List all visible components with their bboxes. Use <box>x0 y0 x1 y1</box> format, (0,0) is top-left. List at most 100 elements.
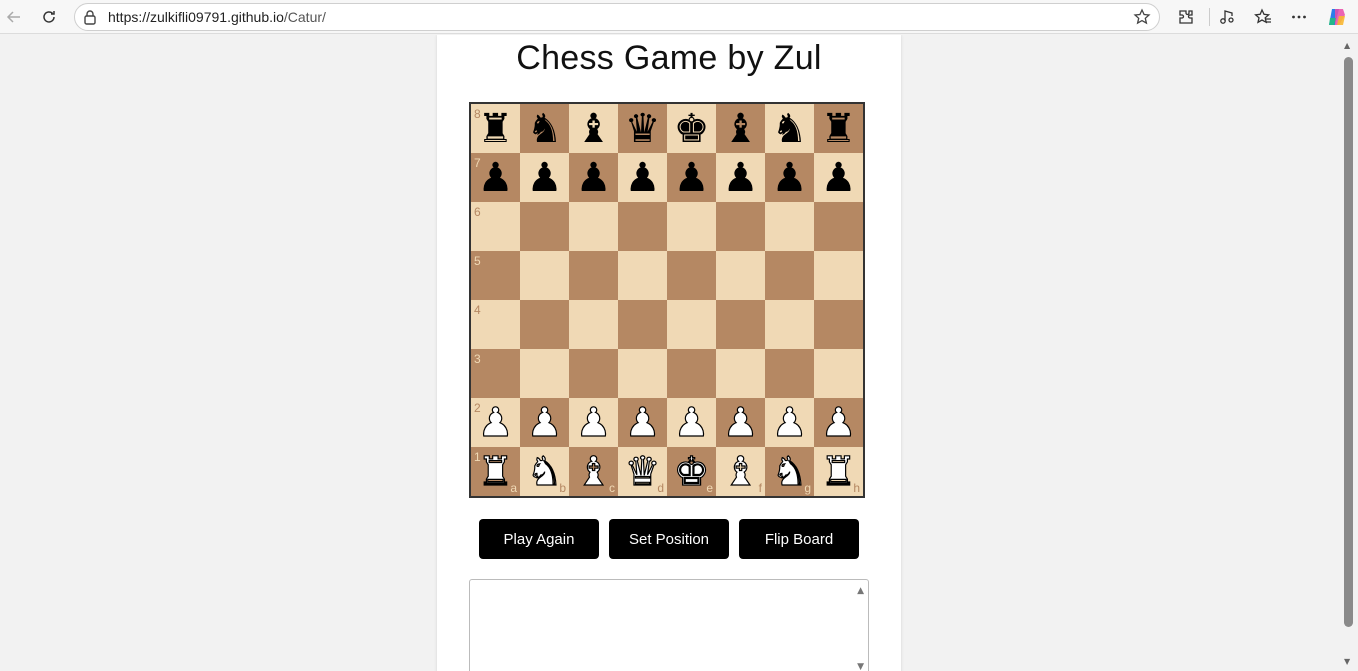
square-b6[interactable] <box>520 202 569 251</box>
black-pawn-icon[interactable]: ♟ <box>569 153 618 202</box>
address-bar[interactable]: https://zulkifli09791.github.io/Catur/ <box>74 3 1160 31</box>
square-b5[interactable] <box>520 251 569 300</box>
white-bishop-icon[interactable]: ♝ <box>716 447 765 496</box>
black-bishop-icon[interactable]: ♝ <box>716 104 765 153</box>
square-e2[interactable]: ♟ <box>667 398 716 447</box>
white-knight-icon[interactable]: ♞ <box>520 447 569 496</box>
white-pawn-icon[interactable]: ♟ <box>716 398 765 447</box>
white-pawn-icon[interactable]: ♟ <box>765 398 814 447</box>
square-h4[interactable] <box>814 300 863 349</box>
black-pawn-icon[interactable]: ♟ <box>765 153 814 202</box>
black-pawn-icon[interactable]: ♟ <box>716 153 765 202</box>
white-queen-icon[interactable]: ♛ <box>618 447 667 496</box>
square-e5[interactable] <box>667 251 716 300</box>
square-b7[interactable]: ♟ <box>520 153 569 202</box>
square-f6[interactable] <box>716 202 765 251</box>
square-e1[interactable]: e ♚ <box>667 447 716 496</box>
square-a4[interactable]: 4 <box>471 300 520 349</box>
square-h2[interactable]: ♟ <box>814 398 863 447</box>
square-d3[interactable] <box>618 349 667 398</box>
square-a8[interactable]: 8 ♜ <box>471 104 520 153</box>
square-e6[interactable] <box>667 202 716 251</box>
black-rook-icon[interactable]: ♜ <box>814 104 863 153</box>
flip-board-button[interactable]: Flip Board <box>739 519 859 559</box>
square-g4[interactable] <box>765 300 814 349</box>
square-h6[interactable] <box>814 202 863 251</box>
favorite-star-icon[interactable] <box>1133 8 1151 30</box>
square-a6[interactable]: 6 <box>471 202 520 251</box>
white-pawn-icon[interactable]: ♟ <box>569 398 618 447</box>
lock-icon[interactable] <box>83 9 97 29</box>
black-king-icon[interactable]: ♚ <box>667 104 716 153</box>
set-position-button[interactable]: Set Position <box>609 519 729 559</box>
square-c1[interactable]: c ♝ <box>569 447 618 496</box>
square-g3[interactable] <box>765 349 814 398</box>
square-g1[interactable]: g ♞ <box>765 447 814 496</box>
square-a2[interactable]: 2 ♟ <box>471 398 520 447</box>
back-arrow-icon[interactable] <box>2 5 26 29</box>
square-d2[interactable]: ♟ <box>618 398 667 447</box>
square-b1[interactable]: b ♞ <box>520 447 569 496</box>
scroll-down-arrow-icon[interactable]: ▼ <box>857 662 864 671</box>
black-queen-icon[interactable]: ♛ <box>618 104 667 153</box>
square-a1[interactable]: 1 a ♜ <box>471 447 520 496</box>
black-pawn-icon[interactable]: ♟ <box>618 153 667 202</box>
black-pawn-icon[interactable]: ♟ <box>471 153 520 202</box>
square-f7[interactable]: ♟ <box>716 153 765 202</box>
square-f3[interactable] <box>716 349 765 398</box>
square-e7[interactable]: ♟ <box>667 153 716 202</box>
square-f4[interactable] <box>716 300 765 349</box>
copilot-icon[interactable] <box>1325 5 1349 29</box>
square-e4[interactable] <box>667 300 716 349</box>
black-pawn-icon[interactable]: ♟ <box>667 153 716 202</box>
url-text[interactable]: https://zulkifli09791.github.io/Catur/ <box>108 9 326 25</box>
play-again-button[interactable]: Play Again <box>479 519 599 559</box>
square-d8[interactable]: ♛ <box>618 104 667 153</box>
square-f2[interactable]: ♟ <box>716 398 765 447</box>
white-pawn-icon[interactable]: ♟ <box>520 398 569 447</box>
square-b2[interactable]: ♟ <box>520 398 569 447</box>
white-bishop-icon[interactable]: ♝ <box>569 447 618 496</box>
square-g2[interactable]: ♟ <box>765 398 814 447</box>
white-knight-icon[interactable]: ♞ <box>765 447 814 496</box>
square-b3[interactable] <box>520 349 569 398</box>
square-c5[interactable] <box>569 251 618 300</box>
square-d1[interactable]: d ♛ <box>618 447 667 496</box>
square-b4[interactable] <box>520 300 569 349</box>
white-pawn-icon[interactable]: ♟ <box>618 398 667 447</box>
square-a3[interactable]: 3 <box>471 349 520 398</box>
square-c3[interactable] <box>569 349 618 398</box>
square-c8[interactable]: ♝ <box>569 104 618 153</box>
scrollbar-up-arrow-icon[interactable]: ▲ <box>1344 41 1350 50</box>
scrollbar-down-arrow-icon[interactable]: ▼ <box>1344 657 1350 666</box>
square-f5[interactable] <box>716 251 765 300</box>
square-d6[interactable] <box>618 202 667 251</box>
extensions-icon[interactable] <box>1174 5 1198 29</box>
white-rook-icon[interactable]: ♜ <box>814 447 863 496</box>
square-g5[interactable] <box>765 251 814 300</box>
black-knight-icon[interactable]: ♞ <box>520 104 569 153</box>
more-options-icon[interactable] <box>1287 5 1311 29</box>
scroll-up-arrow-icon[interactable]: ▲ <box>857 586 864 596</box>
square-g8[interactable]: ♞ <box>765 104 814 153</box>
square-h3[interactable] <box>814 349 863 398</box>
square-e3[interactable] <box>667 349 716 398</box>
square-c6[interactable] <box>569 202 618 251</box>
media-control-icon[interactable] <box>1215 5 1239 29</box>
square-a7[interactable]: 7 ♟ <box>471 153 520 202</box>
move-log-textarea[interactable]: ▲ ▼ <box>469 579 869 671</box>
reload-icon[interactable] <box>37 5 61 29</box>
white-rook-icon[interactable]: ♜ <box>471 447 520 496</box>
square-g6[interactable] <box>765 202 814 251</box>
square-h5[interactable] <box>814 251 863 300</box>
square-e8[interactable]: ♚ <box>667 104 716 153</box>
white-pawn-icon[interactable]: ♟ <box>814 398 863 447</box>
square-f8[interactable]: ♝ <box>716 104 765 153</box>
white-pawn-icon[interactable]: ♟ <box>667 398 716 447</box>
square-d5[interactable] <box>618 251 667 300</box>
black-bishop-icon[interactable]: ♝ <box>569 104 618 153</box>
square-d4[interactable] <box>618 300 667 349</box>
scrollbar-thumb[interactable] <box>1344 57 1353 627</box>
page-scrollbar[interactable]: ▲ ▼ <box>1340 35 1358 671</box>
black-knight-icon[interactable]: ♞ <box>765 104 814 153</box>
